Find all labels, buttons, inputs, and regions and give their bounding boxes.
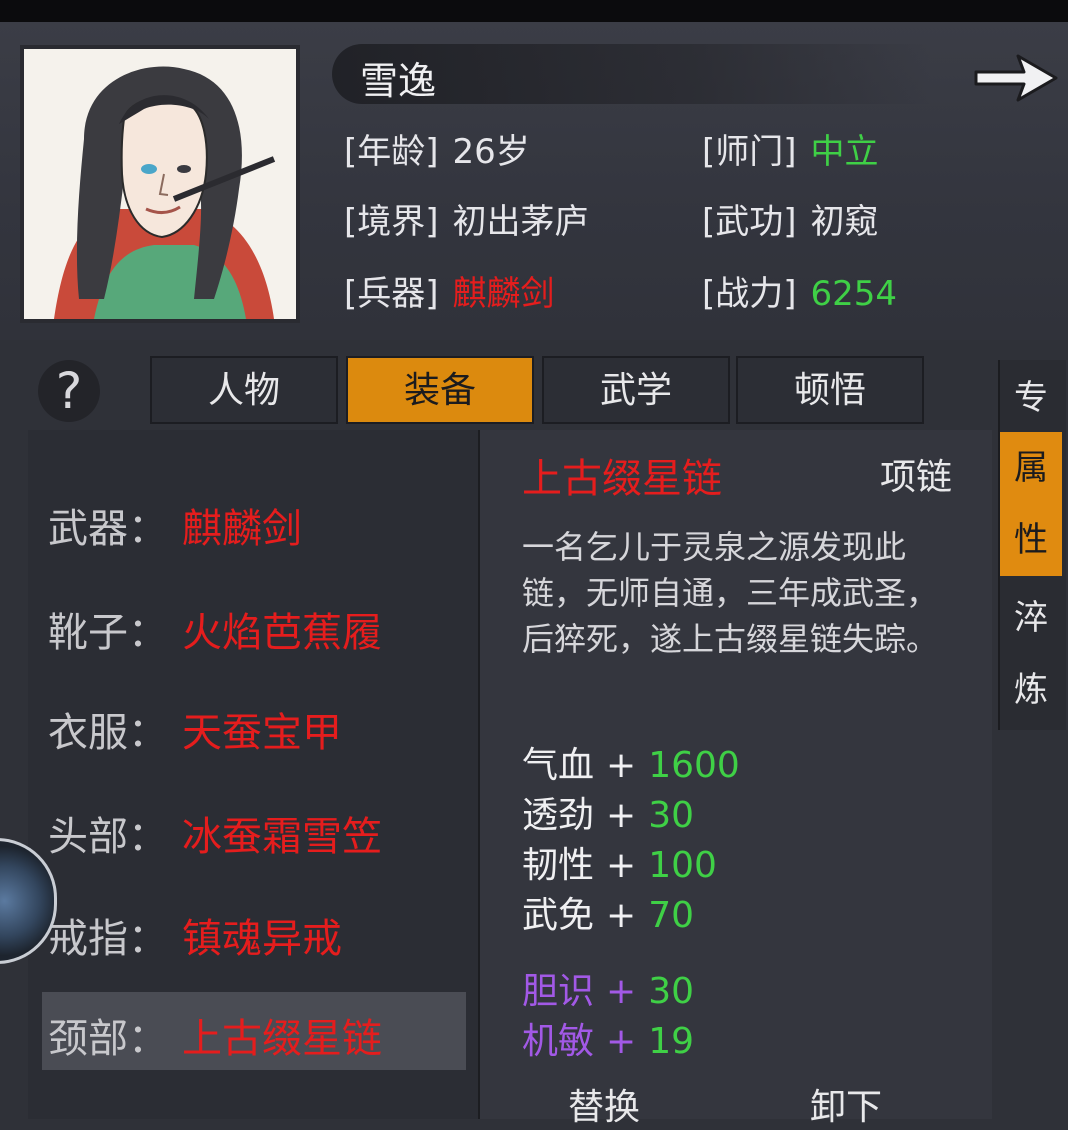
replace-button[interactable]: 替换 [568, 1078, 640, 1130]
info-sect: [师门] 中立 [702, 124, 879, 173]
realm-label: [境界] [344, 202, 439, 242]
stat-name: 韧性 [522, 845, 595, 886]
stat-value: 70 [648, 895, 694, 936]
stat-value: 30 [648, 971, 694, 1012]
info-age: [年龄] 26岁 [344, 124, 530, 173]
stat-name: 机敏 [522, 1021, 595, 1062]
slot-item: 冰蚕霜雪笠 [182, 814, 382, 860]
bonus-stat-row: 胆识 +30 [522, 962, 694, 1014]
side-tab-bar: 专 属 性 淬 炼 [998, 360, 1066, 730]
stat-name: 气血 [522, 745, 595, 786]
slot-label: 头部： [48, 814, 168, 860]
sect-label: [师门] [702, 132, 797, 172]
portrait-illustration [24, 49, 296, 319]
age-value: 26岁 [452, 132, 530, 172]
equip-slot-head[interactable]: 头部： 冰蚕霜雪笠 [48, 804, 382, 862]
stat-name: 武免 [522, 895, 595, 936]
unequip-button[interactable]: 卸下 [810, 1078, 882, 1130]
tab-equipment[interactable]: 装备 [346, 356, 534, 424]
slot-label: 靴子： [48, 610, 168, 656]
weapon-label: [兵器] [344, 274, 439, 314]
info-power: [战力] 6254 [702, 266, 897, 315]
equip-slot-ring[interactable]: 戒指： 镇魂异戒 [48, 906, 342, 964]
equip-slot-clothes[interactable]: 衣服： 天蚕宝甲 [48, 700, 342, 758]
help-button[interactable]: ? [38, 360, 100, 422]
stat-op: + [606, 795, 637, 836]
character-portrait [20, 45, 300, 323]
top-bar [0, 0, 1068, 22]
slot-label: 武器： [48, 506, 168, 552]
info-kungfu: [武功] 初窥 [702, 194, 879, 243]
side-tab-special[interactable]: 专 [1000, 362, 1062, 434]
slot-item: 火焰芭蕉履 [182, 610, 382, 656]
stat-value: 30 [648, 795, 694, 836]
bonus-stat-row: 机敏 +19 [522, 1012, 694, 1064]
stat-value: 100 [648, 845, 717, 886]
tab-martial-arts[interactable]: 武学 [542, 356, 730, 424]
kungfu-label: [武功] [702, 202, 797, 242]
stat-op: + [606, 745, 637, 786]
info-weapon: [兵器] 麒麟剑 [344, 266, 555, 315]
slot-label: 衣服： [48, 710, 168, 756]
stat-op: + [606, 1021, 637, 1062]
side-tab-refine-char2: 炼 [1014, 670, 1048, 710]
item-name: 上古缀星链 [522, 456, 722, 502]
stat-row: 透劲 +30 [522, 786, 694, 838]
stat-row: 韧性 +100 [522, 836, 717, 888]
slot-item: 麒麟剑 [182, 506, 302, 552]
sect-value: 中立 [810, 132, 879, 172]
stat-op: + [606, 971, 637, 1012]
stat-name: 胆识 [522, 971, 595, 1012]
side-tab-attributes-char2: 性 [1014, 520, 1048, 560]
realm-value: 初出茅庐 [452, 202, 589, 242]
side-tab-attributes[interactable]: 属 性 [1000, 432, 1062, 576]
stat-row: 武免 +70 [522, 886, 694, 938]
slot-item: 上古缀星链 [182, 1016, 382, 1062]
stat-name: 透劲 [522, 795, 595, 836]
tab-enlightenment[interactable]: 顿悟 [736, 356, 924, 424]
side-tab-refine-char1: 淬 [1014, 598, 1048, 638]
stat-value: 1600 [648, 745, 740, 786]
equip-slot-weapon[interactable]: 武器： 麒麟剑 [48, 496, 302, 554]
side-tab-refine[interactable]: 淬 炼 [1000, 582, 1062, 726]
equip-slot-neck[interactable]: 颈部： 上古缀星链 [48, 1006, 382, 1064]
power-value: 6254 [810, 274, 898, 314]
slot-item: 天蚕宝甲 [182, 710, 342, 756]
tab-character[interactable]: 人物 [150, 356, 338, 424]
slot-label: 戒指： [48, 916, 168, 962]
stat-row: 气血 +1600 [522, 736, 740, 788]
stat-op: + [606, 845, 637, 886]
power-label: [战力] [702, 274, 797, 314]
slot-item: 镇魂异戒 [182, 916, 342, 962]
side-tab-attributes-char1: 属 [1014, 448, 1048, 488]
info-realm: [境界] 初出茅庐 [344, 194, 589, 243]
stat-value: 19 [648, 1021, 694, 1062]
item-description: 一名乞儿于灵泉之源发现此链，无师自通，三年成武圣，后猝死，遂上古缀星链失踪。 [522, 528, 939, 658]
next-arrow-icon[interactable] [968, 42, 1064, 112]
item-type: 项链 [880, 457, 953, 498]
character-name: 雪逸 [360, 59, 437, 103]
stat-op: + [606, 895, 637, 936]
age-label: [年龄] [344, 132, 439, 172]
kungfu-value: 初窥 [810, 202, 879, 242]
weapon-value: 麒麟剑 [452, 274, 555, 314]
slot-label: 颈部： [48, 1016, 168, 1062]
equip-slot-boots[interactable]: 靴子： 火焰芭蕉履 [48, 600, 382, 658]
